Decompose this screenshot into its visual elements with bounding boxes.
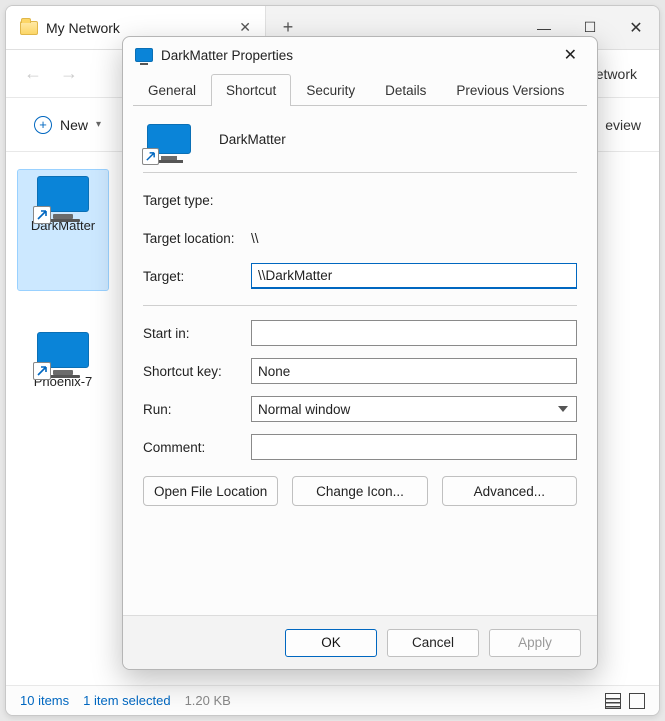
label-target: Target: [143, 269, 251, 284]
run-select[interactable]: Normal window [251, 396, 577, 422]
tab-close-icon[interactable]: ✕ [239, 19, 251, 36]
cancel-button[interactable]: Cancel [387, 629, 479, 657]
apply-button[interactable]: Apply [489, 629, 581, 657]
status-bar: 10 items 1 item selected 1.20 KB [6, 685, 659, 715]
status-size: 1.20 KB [185, 693, 231, 708]
status-selection: 1 item selected [83, 693, 170, 708]
shortcut-action-row: Open File Location Change Icon... Advanc… [143, 476, 577, 506]
ok-button[interactable]: OK [285, 629, 377, 657]
view-list-icon[interactable] [605, 693, 621, 709]
label-shortcut-key: Shortcut key: [143, 364, 251, 379]
shortcut-name: DarkMatter [219, 132, 286, 147]
row-start-in: Start in: [143, 318, 577, 348]
toolbar-fragment: eview [605, 117, 641, 133]
row-shortcut-key: Shortcut key: [143, 356, 577, 386]
value-target-location: \\ [251, 231, 577, 246]
row-run: Run: Normal window [143, 394, 577, 424]
window-close-button[interactable]: ✕ [613, 6, 659, 50]
shortcut-header: DarkMatter [143, 120, 577, 168]
row-target-location: Target location: \\ [143, 223, 577, 253]
label-target-type: Target type: [143, 193, 251, 208]
label-run: Run: [143, 402, 251, 417]
dialog-body: DarkMatter Target type: Target location:… [123, 106, 597, 615]
forward-button[interactable]: → [60, 63, 78, 84]
comment-input[interactable] [251, 434, 577, 460]
row-comment: Comment: [143, 432, 577, 462]
row-target: Target: [143, 261, 577, 291]
new-button-label: New [60, 117, 88, 133]
divider [143, 172, 577, 173]
label-target-location: Target location: [143, 231, 251, 246]
divider [143, 305, 577, 306]
properties-dialog: DarkMatter Properties ✕ General Shortcut… [122, 36, 598, 670]
shortcut-overlay-icon [33, 206, 51, 224]
tab-title: My Network [46, 20, 120, 36]
status-count: 10 items [20, 693, 69, 708]
shortcut-overlay-icon [33, 362, 51, 380]
tab-shortcut[interactable]: Shortcut [211, 74, 291, 106]
target-input[interactable] [251, 263, 577, 289]
shortcut-key-input[interactable] [251, 358, 577, 384]
label-comment: Comment: [143, 440, 251, 455]
dialog-tabs: General Shortcut Security Details Previo… [123, 73, 597, 105]
row-target-type: Target type: [143, 185, 577, 215]
plus-icon: + [34, 116, 52, 134]
tab-security[interactable]: Security [291, 74, 370, 106]
dialog-footer: OK Cancel Apply [123, 615, 597, 669]
dialog-titlebar: DarkMatter Properties ✕ [123, 37, 597, 73]
label-start-in: Start in: [143, 326, 251, 341]
tab-details[interactable]: Details [370, 74, 441, 106]
new-button[interactable]: + New ▾ [24, 110, 111, 140]
grid-item-darkmatter[interactable]: DarkMatter [18, 170, 108, 290]
dialog-title: DarkMatter Properties [161, 48, 293, 63]
tab-previous-versions[interactable]: Previous Versions [441, 74, 579, 106]
new-tab-button[interactable]: + [266, 17, 310, 38]
chevron-down-icon: ▾ [96, 119, 101, 130]
tab-general[interactable]: General [133, 74, 211, 106]
open-file-location-button[interactable]: Open File Location [143, 476, 278, 506]
advanced-button[interactable]: Advanced... [442, 476, 577, 506]
change-icon-button[interactable]: Change Icon... [292, 476, 427, 506]
computer-icon [135, 48, 153, 62]
shortcut-overlay-icon [142, 148, 159, 165]
view-mode-switch [605, 693, 645, 709]
back-button[interactable]: ← [24, 63, 42, 84]
dialog-close-button[interactable]: ✕ [556, 41, 585, 69]
view-details-icon[interactable] [629, 693, 645, 709]
start-in-input[interactable] [251, 320, 577, 346]
grid-item-phoenix7[interactable]: Phoenix-7 [18, 326, 108, 395]
folder-icon [20, 21, 38, 35]
